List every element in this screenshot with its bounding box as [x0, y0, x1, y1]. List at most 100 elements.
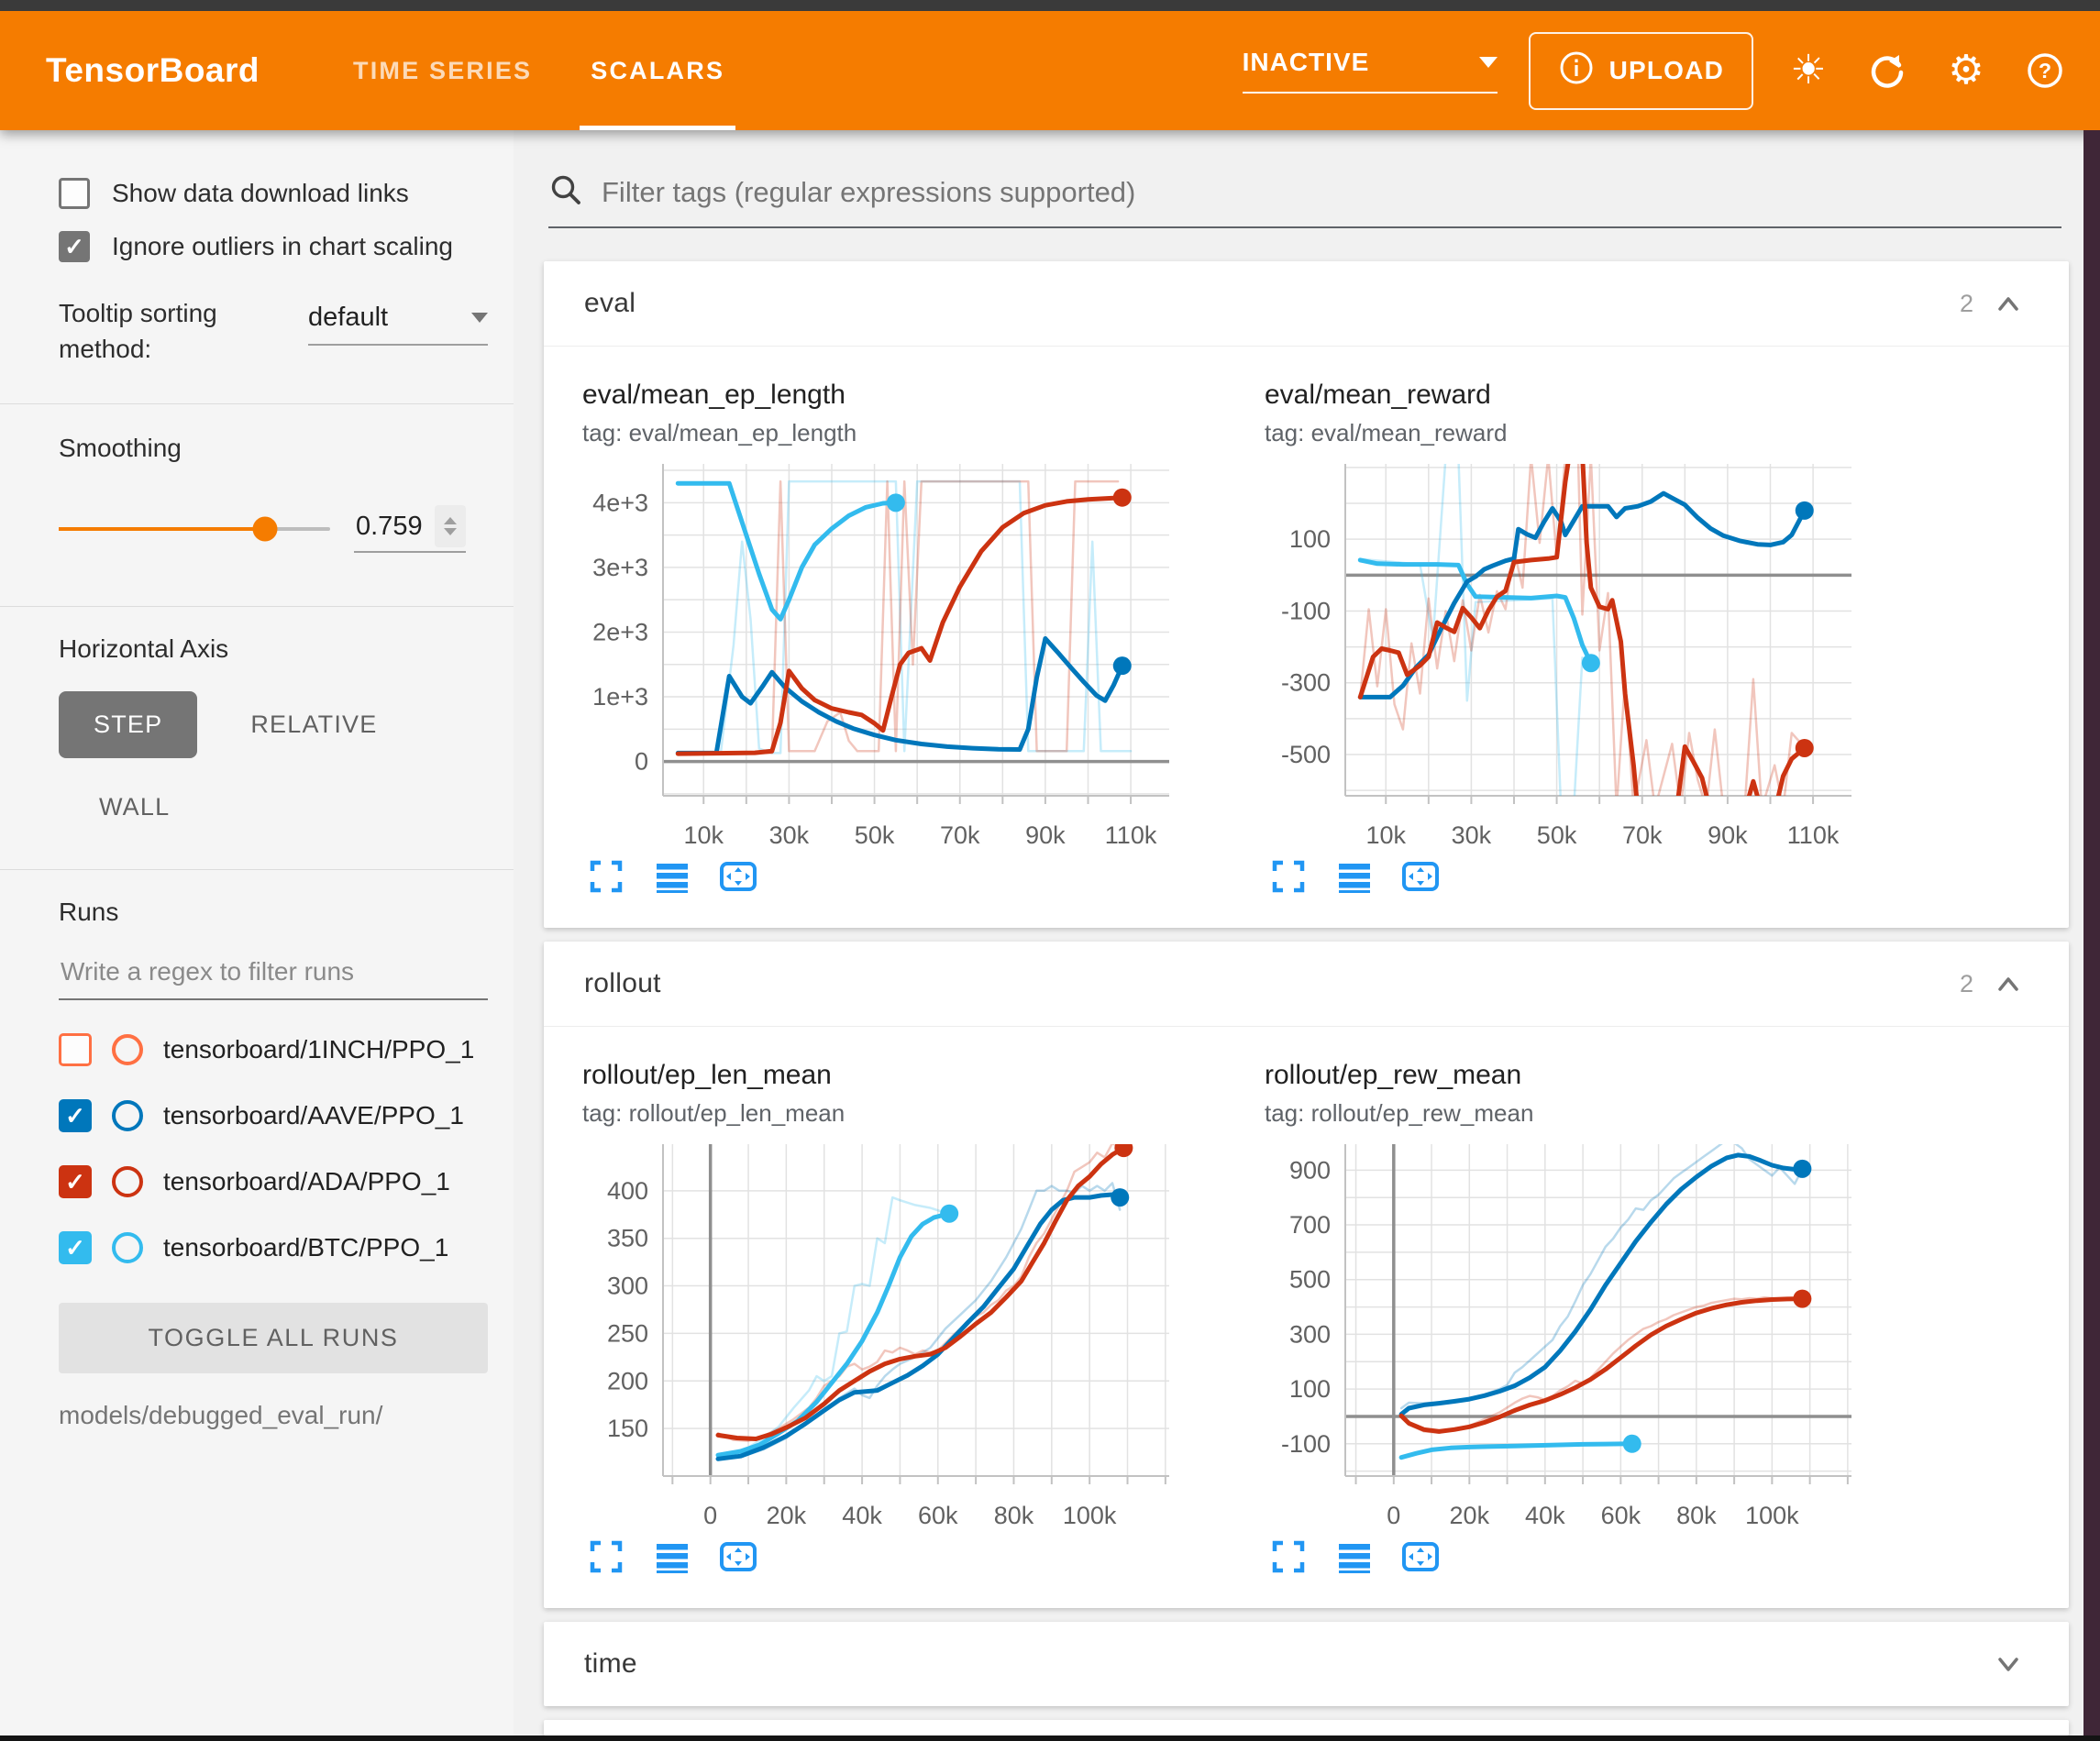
refresh-icon[interactable] [1863, 47, 1911, 94]
svg-text:-100: -100 [1281, 1430, 1331, 1458]
run-checkbox[interactable]: ✓ [59, 1231, 92, 1264]
section-header-rollout[interactable]: rollout2 [544, 942, 2069, 1027]
chart-toolbar [586, 856, 1224, 897]
chart-canvas-rollout-ep-len-mean[interactable]: 020k40k60k80k100k150200250300350400 [582, 1135, 1188, 1535]
ignore-outliers-row[interactable]: ✓ Ignore outliers in chart scaling [59, 231, 488, 262]
filter-tags-input[interactable] [600, 175, 2061, 210]
run-name: tensorboard/AAVE/PPO_1 [163, 1101, 464, 1130]
run-checkbox[interactable] [59, 1033, 92, 1066]
section-card-eval: eval2 eval/mean_ep_lengthtag: eval/mean_e… [544, 261, 2069, 928]
run-name: tensorboard/BTC/PPO_1 [163, 1233, 448, 1262]
toggle-all-runs-button[interactable]: TOGGLE ALL RUNS [59, 1303, 488, 1373]
settings-sidebar: Show data download links ✓ Ignore outlie… [0, 130, 514, 1735]
section-header-time[interactable]: time [544, 1622, 2069, 1706]
fit-domain-icon[interactable] [1400, 856, 1441, 897]
run-checkbox[interactable]: ✓ [59, 1099, 92, 1132]
toggle-runs-list-icon[interactable] [652, 856, 692, 897]
chart-canvas-eval-mean-reward[interactable]: 10k30k50k70k90k110k100-100-300-500 [1265, 455, 1870, 854]
runs-filter-input[interactable] [59, 956, 492, 987]
run-row-1inch[interactable]: tensorboard/1INCH/PPO_1 [59, 1033, 488, 1066]
chevron-up-icon[interactable] [1988, 964, 2028, 1004]
run-row-aave[interactable]: ✓ tensorboard/AAVE/PPO_1 [59, 1099, 488, 1132]
svg-text:110k: 110k [1105, 821, 1157, 849]
smoothing-stepper[interactable] [435, 505, 466, 547]
smoothing-value-box [354, 505, 466, 553]
tooltip-sorting-dropdown[interactable]: default [308, 303, 488, 346]
smoothing-value-input[interactable] [354, 511, 435, 543]
fit-domain-icon[interactable] [1400, 1537, 1441, 1577]
brightness-icon[interactable]: ☀ [1785, 47, 1832, 94]
fit-domain-icon[interactable] [718, 1537, 758, 1577]
horizontal-axis-label: Horizontal Axis [59, 634, 488, 664]
run-color-circle [112, 1166, 143, 1197]
chart-card-eval-mean-ep-length: eval/mean_ep_lengthtag: eval/mean_ep_len… [582, 380, 1224, 897]
chevron-down-icon[interactable] [1988, 1644, 2028, 1684]
chart-canvas-rollout-ep-rew-mean[interactable]: 020k40k60k80k100k-100100300500700900 [1265, 1135, 1870, 1535]
svg-text:40k: 40k [842, 1502, 882, 1529]
svg-text:70k: 70k [1622, 821, 1663, 849]
axis-option-wall[interactable]: WALL [99, 793, 170, 869]
run-color-circle [112, 1232, 143, 1263]
status-dropdown[interactable]: INACTIVE [1243, 48, 1498, 94]
ignore-outliers-label: Ignore outliers in chart scaling [112, 232, 453, 261]
svg-text:900: 900 [1289, 1156, 1331, 1184]
fullscreen-icon[interactable] [586, 856, 626, 897]
run-row-btc[interactable]: ✓ tensorboard/BTC/PPO_1 [59, 1231, 488, 1264]
tab-time-series[interactable]: TIME SERIES [324, 11, 561, 130]
fullscreen-icon[interactable] [586, 1537, 626, 1577]
chart-toolbar [1268, 1537, 1907, 1577]
svg-text:80k: 80k [1676, 1502, 1717, 1529]
run-name: tensorboard/ADA/PPO_1 [163, 1167, 450, 1196]
chart-card-rollout-ep-len-mean: rollout/ep_len_mean tag: rollout/ep_len_m… [582, 1060, 1224, 1577]
tooltip-sorting-value: default [308, 303, 388, 333]
toggle-runs-list-icon[interactable] [652, 1537, 692, 1577]
search-icon [548, 172, 583, 212]
stepper-up-icon[interactable] [444, 517, 457, 524]
svg-text:400: 400 [607, 1177, 648, 1205]
settings-gear-icon[interactable]: ⚙ [1942, 47, 1990, 94]
axis-option-step[interactable]: STEP [59, 691, 197, 758]
smoothing-slider[interactable] [59, 527, 330, 531]
chart-tag-label: tag: rollout/ep_rew_mean [1265, 1099, 1907, 1128]
toggle-runs-list-icon[interactable] [1334, 856, 1375, 897]
tab-scalars[interactable]: SCALARS [561, 11, 754, 130]
chevron-up-icon[interactable] [1988, 283, 2028, 324]
upload-button[interactable]: UPLOAD [1529, 32, 1753, 110]
stepper-down-icon[interactable] [444, 528, 457, 535]
chart-title: rollout/ep_len_mean [582, 1060, 1224, 1091]
fit-domain-icon[interactable] [718, 856, 758, 897]
help-icon[interactable]: ? [2021, 47, 2069, 94]
show-download-links-row[interactable]: Show data download links [59, 178, 488, 209]
svg-text:300: 300 [607, 1273, 648, 1300]
fullscreen-icon[interactable] [1268, 856, 1309, 897]
svg-text:250: 250 [607, 1319, 648, 1347]
svg-text:60k: 60k [918, 1502, 958, 1529]
svg-text:500: 500 [1289, 1266, 1331, 1294]
svg-text:700: 700 [1289, 1211, 1331, 1239]
filter-tags-box [548, 172, 2061, 228]
svg-text:30k: 30k [1452, 821, 1492, 849]
toggle-runs-list-icon[interactable] [1334, 1537, 1375, 1577]
svg-text:50k: 50k [1537, 821, 1577, 849]
section-body-rollout: rollout/ep_len_mean tag: rollout/ep_len_m… [544, 1027, 2069, 1608]
fullscreen-icon[interactable] [1268, 1537, 1309, 1577]
run-row-ada[interactable]: ✓ tensorboard/ADA/PPO_1 [59, 1165, 488, 1198]
svg-text:20k: 20k [767, 1502, 807, 1529]
svg-text:50k: 50k [855, 821, 895, 849]
axis-option-relative[interactable]: RELATIVE [250, 711, 377, 739]
svg-text:2e+3: 2e+3 [592, 618, 648, 645]
run-checkbox[interactable]: ✓ [59, 1165, 92, 1198]
chart-tag-label: tag: eval/mean_reward [1265, 419, 1907, 447]
info-icon [1558, 50, 1595, 93]
chart-canvas-eval-mean-ep-length[interactable]: 10k30k50k70k90k110k01e+32e+33e+34e+3 [582, 455, 1188, 854]
desktop-edge [2083, 130, 2100, 1735]
ignore-outliers-checkbox[interactable]: ✓ [59, 231, 90, 262]
section-header-eval[interactable]: eval2 [544, 261, 2069, 347]
chart-tag-label: tag: rollout/ep_len_mean [582, 1099, 1224, 1128]
smoothing-slider-knob[interactable] [252, 517, 277, 542]
svg-text:0: 0 [703, 1502, 717, 1529]
svg-text:350: 350 [607, 1225, 648, 1252]
show-download-links-checkbox[interactable] [59, 178, 90, 209]
svg-text:100k: 100k [1063, 1502, 1117, 1529]
svg-text:-500: -500 [1281, 741, 1331, 768]
